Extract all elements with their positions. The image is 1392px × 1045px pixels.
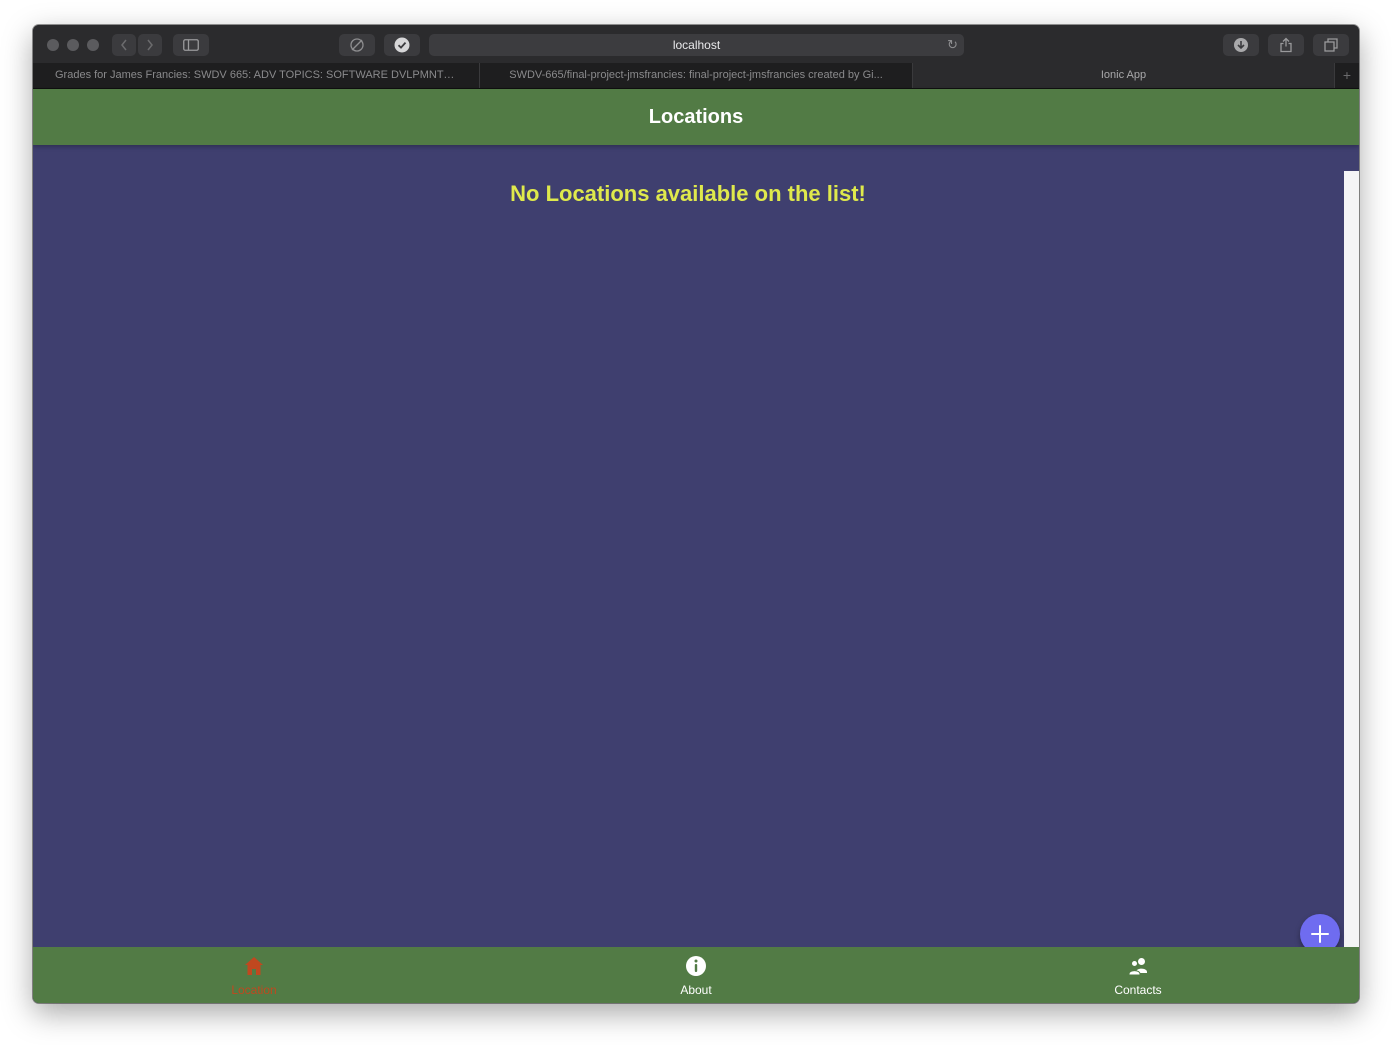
info-icon: [686, 956, 706, 976]
tab-overview-button[interactable]: [1313, 34, 1349, 56]
tab-contacts[interactable]: Contacts: [917, 947, 1359, 1003]
empty-state-message: No Locations available on the list!: [510, 181, 866, 206]
chevron-left-icon: [121, 39, 127, 51]
minimize-window-button[interactable]: [67, 39, 79, 51]
zoom-window-button[interactable]: [87, 39, 99, 51]
new-tab-button[interactable]: +: [1335, 63, 1359, 88]
browser-tab-active[interactable]: Ionic App: [913, 63, 1335, 88]
chevron-right-icon: [147, 39, 153, 51]
share-button[interactable]: [1268, 34, 1304, 56]
downloads-button[interactable]: [1223, 34, 1259, 56]
browser-window: localhost ↻ Grades for James Francies: S…: [33, 25, 1359, 1003]
checkmark-circle-icon: [394, 37, 410, 53]
address-bar[interactable]: localhost ↻: [429, 34, 964, 56]
browser-tab[interactable]: SWDV-665/final-project-jmsfrancies: fina…: [480, 63, 913, 88]
url-text: localhost: [672, 38, 721, 52]
app-viewport: Locations No Locations available on the …: [33, 89, 1359, 1003]
download-icon: [1234, 38, 1248, 52]
tab-label: Contacts: [1114, 983, 1162, 997]
ad-block-button[interactable]: [384, 34, 420, 56]
share-icon: [1280, 37, 1292, 53]
bottom-tab-bar: Location About Contacts: [33, 947, 1359, 1003]
tab-about[interactable]: About: [475, 947, 917, 1003]
sidebar-toggle-button[interactable]: [173, 34, 209, 56]
page-title: Locations: [648, 106, 744, 128]
app-header: Locations: [33, 89, 1359, 145]
sidebar-icon: [183, 39, 199, 51]
scrollbar[interactable]: [1344, 171, 1359, 947]
forward-button[interactable]: [138, 34, 162, 56]
home-icon: [245, 957, 263, 975]
browser-tab-strip: Grades for James Francies: SWDV 665: ADV…: [33, 63, 1359, 89]
add-icon: [1311, 925, 1329, 943]
privacy-report-icon: [350, 38, 364, 52]
close-window-button[interactable]: [47, 39, 59, 51]
tab-location[interactable]: Location: [33, 947, 475, 1003]
browser-toolbar: localhost ↻: [33, 25, 1359, 64]
people-icon: [1128, 958, 1147, 976]
tab-label: About: [680, 983, 712, 997]
extension-button[interactable]: [339, 34, 375, 56]
reload-icon[interactable]: ↻: [947, 34, 958, 56]
back-button[interactable]: [112, 34, 136, 56]
tabs-icon: [1324, 38, 1338, 52]
tab-label: Location: [231, 983, 277, 997]
browser-tab[interactable]: Grades for James Francies: SWDV 665: ADV…: [33, 63, 480, 88]
